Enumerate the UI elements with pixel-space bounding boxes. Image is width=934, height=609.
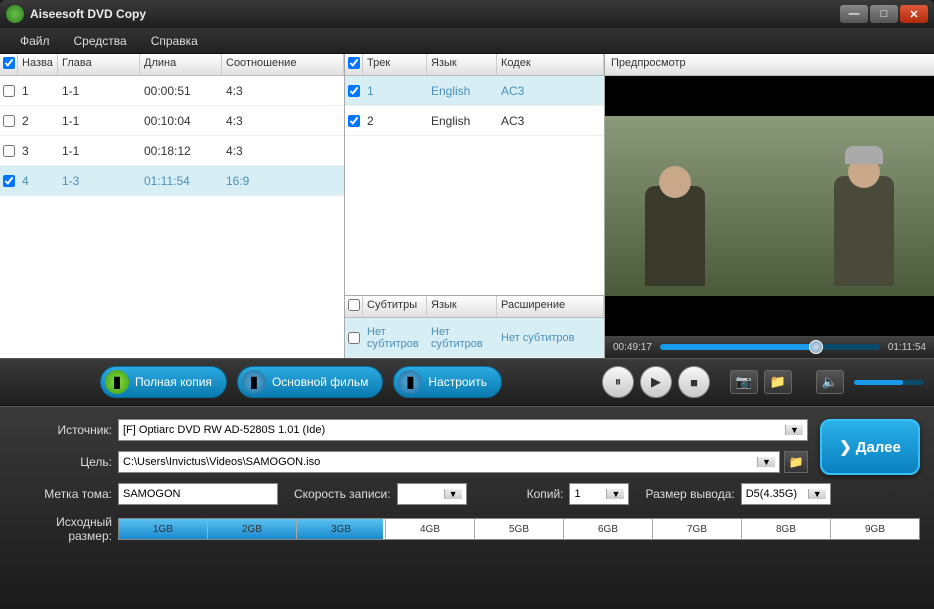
menu-file[interactable]: Файл: [20, 34, 50, 48]
mode-full-copy[interactable]: ▮Полная копия: [100, 366, 227, 398]
mode-customize[interactable]: ▮Настроить: [393, 366, 502, 398]
col-track[interactable]: Трек: [363, 54, 427, 75]
src-size-label: Исходный размер:: [14, 515, 118, 543]
col-lang[interactable]: Язык: [427, 54, 497, 75]
title-row[interactable]: 4 1-3 01:11:54 16:9: [0, 166, 344, 196]
col-name[interactable]: Назва: [18, 54, 58, 75]
snapshot-button[interactable]: 📷: [730, 370, 758, 394]
title-row[interactable]: 1 1-1 00:00:51 4:3: [0, 76, 344, 106]
controls-row: ▮Полная копия ▮Основной фильм ▮Настроить…: [0, 358, 934, 406]
tracks-panel: Трек Язык Кодек 1 English AC3 2 English …: [345, 54, 605, 358]
col-sub-lang[interactable]: Язык: [427, 296, 497, 317]
seek-bar: 00:49:17 01:11:54: [605, 336, 934, 358]
close-button[interactable]: ✕: [900, 5, 928, 23]
volume-icon[interactable]: 🔈: [816, 370, 844, 394]
title-checkbox[interactable]: [3, 145, 15, 157]
video-preview[interactable]: [605, 76, 934, 336]
size-tick: 7GB: [653, 519, 742, 539]
titlebar: Aiseesoft DVD Copy — □ ✕: [0, 0, 934, 28]
outsize-label: Размер вывода:: [645, 487, 740, 501]
outsize-combo[interactable]: D5(4.35G)▼: [741, 483, 831, 505]
time-total: 01:11:54: [888, 342, 926, 353]
film-icon: ▮: [105, 370, 129, 394]
title-row[interactable]: 3 1-1 00:18:12 4:3: [0, 136, 344, 166]
browse-target-button[interactable]: 📁: [784, 451, 808, 473]
volume-slider[interactable]: [854, 380, 924, 385]
track-row[interactable]: 1 English AC3: [345, 76, 604, 106]
chevron-down-icon: ▼: [606, 489, 624, 499]
film-icon: ▮: [398, 370, 422, 394]
size-tick: 4GB: [386, 519, 475, 539]
stop-button[interactable]: ■: [678, 366, 710, 398]
col-codec[interactable]: Кодек: [497, 54, 604, 75]
size-tick: 9GB: [831, 519, 919, 539]
settings-panel: Источник: [F] Optiarc DVD RW AD-5280S 1.…: [0, 406, 934, 609]
title-checkbox[interactable]: [3, 115, 15, 127]
size-bar: 1GB2GB3GB4GB5GB6GB7GB8GB9GB: [118, 518, 920, 540]
col-sub[interactable]: Субтитры: [363, 296, 427, 317]
col-chapter[interactable]: Глава: [58, 54, 140, 75]
titles-panel: Назва Глава Длина Соотношение 1 1-1 00:0…: [0, 54, 345, 358]
open-folder-button[interactable]: 📁: [764, 370, 792, 394]
next-button[interactable]: ❯Далее: [820, 419, 920, 475]
subtitle-checkbox[interactable]: [348, 332, 360, 344]
title-checkbox[interactable]: [3, 85, 15, 97]
chevron-down-icon: ▼: [808, 489, 826, 499]
size-tick: 1GB: [119, 519, 208, 539]
size-tick: 6GB: [564, 519, 653, 539]
speed-label: Скорость записи:: [294, 487, 397, 501]
menu-tools[interactable]: Средства: [74, 34, 127, 48]
play-button[interactable]: ▶: [640, 366, 672, 398]
track-row[interactable]: 2 English AC3: [345, 106, 604, 136]
menubar: Файл Средства Справка: [0, 28, 934, 54]
chevron-down-icon: ▼: [444, 489, 462, 499]
copies-label: Копий:: [527, 487, 570, 501]
preview-panel: Предпросмотр 00:49:17 01:11:54: [605, 54, 934, 358]
volume-label-input[interactable]: [118, 483, 278, 505]
mode-main-movie[interactable]: ▮Основной фильм: [237, 366, 383, 398]
chevron-down-icon: ▼: [785, 425, 803, 435]
size-tick: 3GB: [297, 519, 386, 539]
title-row[interactable]: 2 1-1 00:10:04 4:3: [0, 106, 344, 136]
source-label: Источник:: [14, 423, 118, 437]
chevron-down-icon: ▼: [757, 457, 775, 467]
track-checkbox[interactable]: [348, 85, 360, 97]
film-icon: ▮: [242, 370, 266, 394]
copies-combo[interactable]: 1▼: [569, 483, 629, 505]
source-combo[interactable]: [F] Optiarc DVD RW AD-5280S 1.01 (Ide)▼: [118, 419, 808, 441]
app-logo-icon: [6, 5, 24, 23]
maximize-button[interactable]: □: [870, 5, 898, 23]
volume-label: Метка тома:: [14, 487, 118, 501]
col-length[interactable]: Длина: [140, 54, 222, 75]
titles-select-all[interactable]: [3, 57, 15, 69]
target-label: Цель:: [14, 455, 118, 469]
time-current: 00:49:17: [613, 342, 652, 353]
col-sub-ext[interactable]: Расширение: [497, 296, 604, 317]
size-tick: 2GB: [208, 519, 297, 539]
title-checkbox[interactable]: [3, 175, 15, 187]
seek-slider[interactable]: [660, 344, 880, 350]
tracks-select-all[interactable]: [348, 57, 360, 69]
speed-combo[interactable]: ▼: [397, 483, 467, 505]
menu-help[interactable]: Справка: [151, 34, 198, 48]
target-combo[interactable]: C:\Users\Invictus\Videos\SAMOGON.iso▼: [118, 451, 780, 473]
pause-button[interactable]: ⏸: [602, 366, 634, 398]
size-tick: 8GB: [742, 519, 831, 539]
size-tick: 5GB: [475, 519, 564, 539]
subs-select-all[interactable]: [348, 299, 360, 311]
minimize-button[interactable]: —: [840, 5, 868, 23]
subtitle-row[interactable]: Нет субтитров Нет субтитров Нет субтитро…: [345, 318, 604, 358]
track-checkbox[interactable]: [348, 115, 360, 127]
app-title: Aiseesoft DVD Copy: [30, 7, 838, 21]
col-ratio[interactable]: Соотношение: [222, 54, 344, 75]
preview-label: Предпросмотр: [605, 54, 934, 76]
